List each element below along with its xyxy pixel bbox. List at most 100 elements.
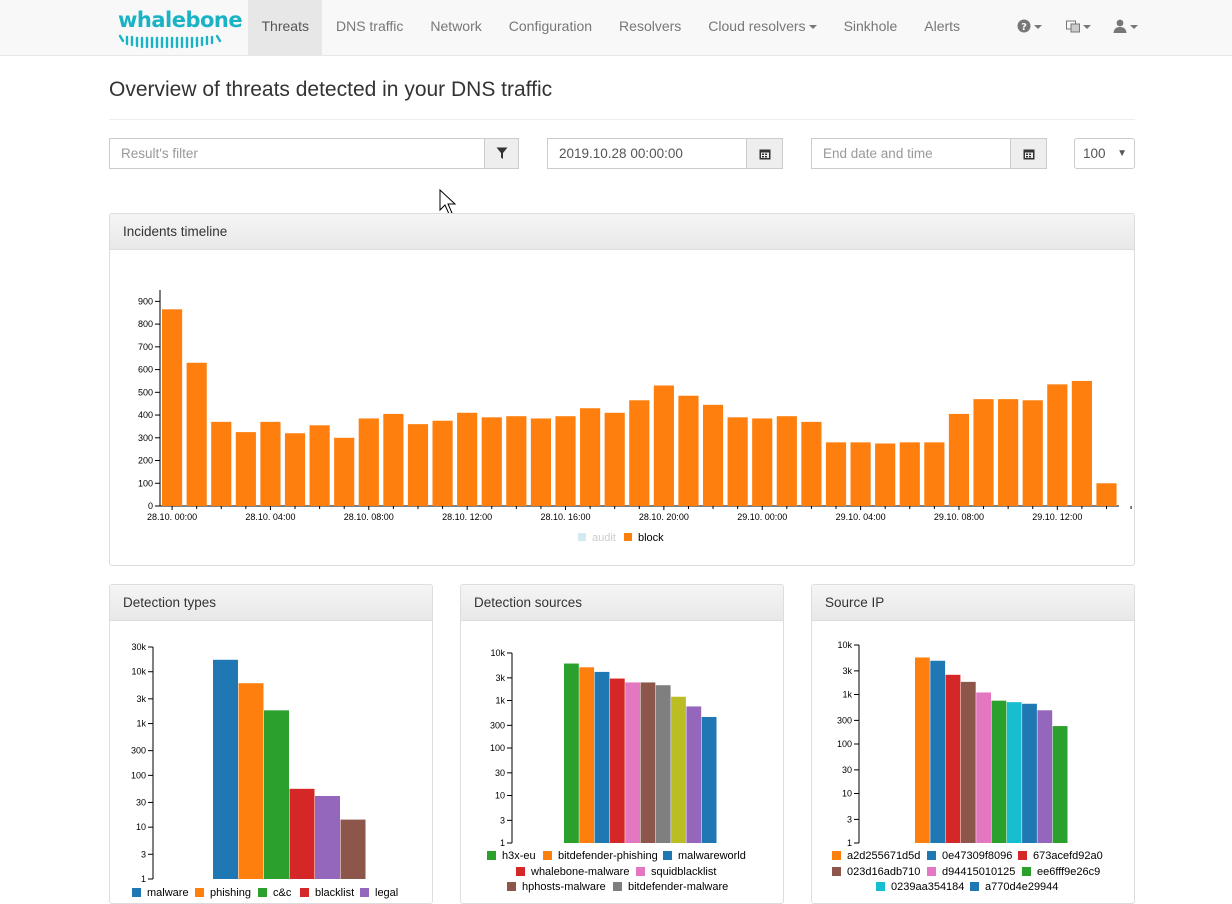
y-tick-label: 1k (136, 719, 146, 729)
legend-label-a770d4e29944: a770d4e29944 (985, 881, 1058, 893)
chevron-down-icon (1130, 25, 1138, 30)
bar-malware (213, 659, 238, 879)
incidents-timeline-chart: 0 100 200 300 400 500 600 700 800 900 28.10. 00:00… (138, 290, 1132, 544)
legend-swatch-bitdefender-phishing (543, 851, 552, 860)
calendar-icon (759, 149, 770, 159)
logo-text: whalebone (118, 8, 243, 32)
language-menu[interactable] (1066, 0, 1091, 56)
whalebone-logo[interactable]: whalebone (118, 8, 243, 50)
y-tick-label: 1 (500, 838, 505, 848)
legend-swatch-legal (360, 888, 369, 897)
y-tick-label: 10k (837, 640, 852, 650)
legend-swatch-023d16adb710 (832, 867, 841, 876)
legend-label-hphosts-malware: hphosts-malware (522, 881, 606, 893)
legend-label-malware: malware (147, 887, 189, 899)
select-arrow-icon: ▼ (1117, 148, 1127, 159)
legend-label-blacklist: blacklist (315, 887, 354, 899)
timeline-bar-block (801, 421, 822, 506)
bar-673acefd92a0 (945, 674, 961, 843)
legend-swatch-squidblacklist (636, 867, 645, 876)
y-tick-label: 3k (842, 666, 852, 676)
legend-swatch-malware (132, 888, 141, 897)
limit-select[interactable]: 100 ▼ (1074, 138, 1135, 169)
bar-bitdefender-phishing (579, 667, 595, 843)
help-menu[interactable]: ? (1017, 0, 1042, 56)
bar-0239aa354184 (1006, 702, 1022, 843)
y-tick-label: 30 (842, 765, 852, 775)
timeline-bar-block (998, 399, 1019, 506)
end-date-calendar-button[interactable] (1010, 138, 1047, 169)
detection-sources-panel: Detection sources 1 3 10 30 100 300 1k 3k 10k h3x… (460, 584, 784, 904)
bar-a2d255671d5d (915, 657, 930, 843)
calendar-icon (1023, 149, 1034, 159)
legend-swatch-ee6fff9e26c9 (1022, 867, 1031, 876)
bar-squidblacklist (625, 682, 640, 843)
start-date-input[interactable]: 2019.10.28 00:00:00 (547, 138, 747, 169)
y-tick-label: 200 (138, 456, 153, 466)
source-ip-panel: Source IP 1 3 10 30 100 300 1k 3k 10k a2d255671d5… (811, 584, 1135, 904)
legend-swatch-673acefd92a0 (1018, 851, 1027, 860)
timeline-bar-block (457, 412, 478, 506)
nav-network[interactable]: Network (417, 0, 495, 56)
nav-cloud-resolvers[interactable]: Cloud resolvers (695, 0, 830, 56)
result-filter-input[interactable]: Result's filter (109, 138, 485, 169)
x-tick-label: 29.10. 00:00 (737, 512, 787, 522)
legend-label-023d16adb710: 023d16adb710 (847, 866, 920, 878)
y-tick-label: 3 (141, 849, 146, 859)
detection-types-chart: 1 3 10 30 100 300 1k 3k 10k 30k malware phishing c&c… (131, 642, 398, 899)
bar-legal (315, 795, 340, 879)
detection-types-panel: Detection types 1 3 10 30 100 300 1k 3k 10k 30k ma… (109, 584, 433, 904)
end-date-input[interactable]: End date and time (811, 138, 1011, 169)
legend-label-d94415010125: d94415010125 (942, 866, 1015, 878)
help-icon: ? (1017, 19, 1031, 33)
timeline-bar-block (924, 442, 945, 506)
y-tick-label: 300 (837, 715, 852, 725)
timeline-bar-block (702, 404, 724, 506)
legend-swatch-block (624, 533, 632, 541)
legend-swatch-malwareworld (663, 851, 672, 860)
bar-item-6 (340, 819, 366, 879)
nav-alerts[interactable]: Alerts (911, 0, 974, 56)
y-tick-label: 3 (847, 814, 852, 824)
x-tick-label: 28.10. 20:00 (639, 512, 689, 522)
timeline-bar-block (555, 416, 576, 506)
filter-icon (496, 147, 507, 159)
bar-item-9 (686, 706, 702, 843)
filter-button[interactable] (484, 138, 519, 169)
timeline-bar-block (235, 432, 256, 506)
nav-resolvers[interactable]: Resolvers (606, 0, 695, 56)
y-tick-label: 10 (136, 822, 146, 832)
nav-sinkhole[interactable]: Sinkhole (830, 0, 911, 56)
legend-label-a2d255671d5d: a2d255671d5d (847, 850, 920, 862)
user-menu[interactable] (1113, 0, 1138, 56)
nav-configuration[interactable]: Configuration (495, 0, 605, 56)
chevron-down-icon (1034, 25, 1042, 30)
start-date-calendar-button[interactable] (746, 138, 783, 169)
nav-threats[interactable]: Threats (248, 0, 323, 56)
timeline-bar-block (580, 408, 601, 506)
timeline-bar-block (752, 418, 773, 506)
legend-swatch-blacklist (300, 888, 309, 897)
timeline-bar-block (875, 443, 896, 506)
timeline-bar-block (506, 416, 527, 506)
timeline-bar-block (727, 417, 748, 506)
timeline-bar-block (776, 416, 797, 506)
y-tick-label: 100 (837, 739, 852, 749)
nav-dns-traffic[interactable]: DNS traffic (322, 0, 416, 56)
legend-swatch-c-c (258, 888, 267, 897)
y-tick-label: 1k (842, 690, 852, 700)
timeline-bar-block (948, 413, 970, 506)
timeline-bar-block (850, 442, 871, 506)
timeline-bar-block (186, 362, 207, 506)
legend-label-bitdefender-malware: bitdefender-malware (628, 881, 728, 893)
legend-label-legal: legal (375, 887, 398, 899)
x-tick-label: 29.10. 04:00 (836, 512, 886, 522)
y-tick-label: 10k (131, 667, 146, 677)
timeline-bar-block (825, 442, 847, 506)
timeline-bar-block (481, 417, 502, 506)
y-tick-label: 10 (842, 789, 852, 799)
legend-swatch-0e47309f8096 (927, 851, 936, 860)
panel-title: Source IP (812, 585, 1134, 621)
bar-hphosts-malware (640, 682, 656, 843)
title-divider (109, 119, 1135, 120)
